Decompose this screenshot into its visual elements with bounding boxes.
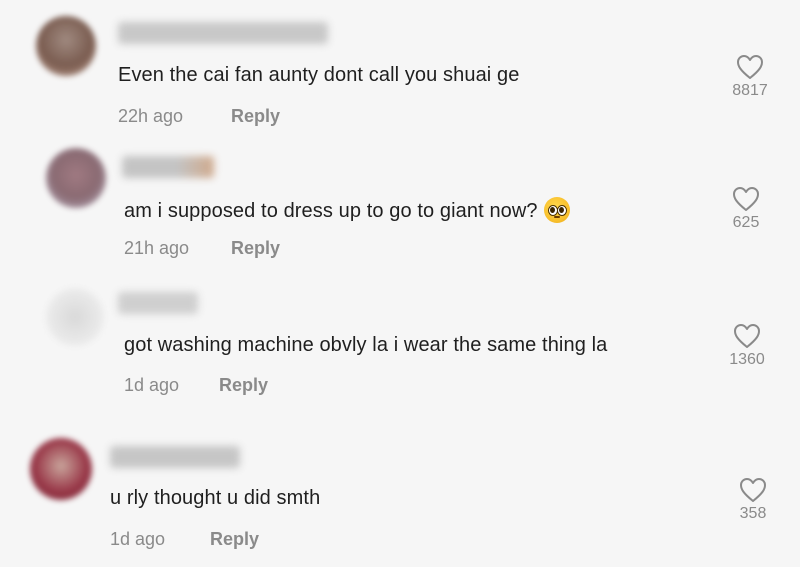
- avatar[interactable]: [30, 438, 92, 500]
- like-button[interactable]: 358: [723, 477, 783, 523]
- like-count: 358: [739, 505, 767, 522]
- like-count: 8817: [732, 82, 768, 99]
- reply-button[interactable]: Reply: [231, 238, 280, 259]
- heart-outline-icon: [733, 187, 759, 211]
- comments-page: { "colors": { "background": "#f6f6f6", "…: [0, 0, 800, 567]
- timestamp: 1d ago: [124, 375, 180, 395]
- avatar[interactable]: [46, 288, 104, 346]
- timestamp: 22h ago: [118, 106, 184, 126]
- username[interactable]: [118, 292, 198, 314]
- comment-text: am i supposed to dress up to go to giant…: [124, 197, 570, 223]
- timestamp: 21h ago: [124, 238, 190, 258]
- reply-button[interactable]: Reply: [210, 529, 259, 550]
- comment-text: got washing machine obvly la i wear the …: [124, 334, 608, 356]
- avatar[interactable]: [36, 16, 96, 76]
- comment-text: u rly thought u did smth: [110, 487, 321, 509]
- heart-outline-icon: [740, 478, 766, 502]
- avatar[interactable]: [46, 148, 106, 208]
- like-button[interactable]: 625: [716, 186, 776, 232]
- like-count: 1360: [729, 351, 765, 368]
- comment-text: Even the cai fan aunty dont call you shu…: [118, 64, 520, 86]
- reply-button[interactable]: Reply: [231, 106, 280, 127]
- heart-outline-icon: [737, 55, 763, 79]
- username[interactable]: [118, 22, 328, 44]
- username[interactable]: [122, 156, 214, 178]
- username[interactable]: [110, 446, 240, 468]
- like-button[interactable]: 8817: [720, 54, 780, 100]
- like-button[interactable]: 1360: [717, 323, 777, 369]
- heart-outline-icon: [734, 324, 760, 348]
- comment-text-content: am i supposed to dress up to go to giant…: [124, 200, 538, 222]
- like-count: 625: [732, 214, 760, 231]
- reply-button[interactable]: Reply: [219, 375, 268, 396]
- timestamp: 1d ago: [110, 529, 166, 549]
- pleading-face-emoji: [543, 197, 570, 223]
